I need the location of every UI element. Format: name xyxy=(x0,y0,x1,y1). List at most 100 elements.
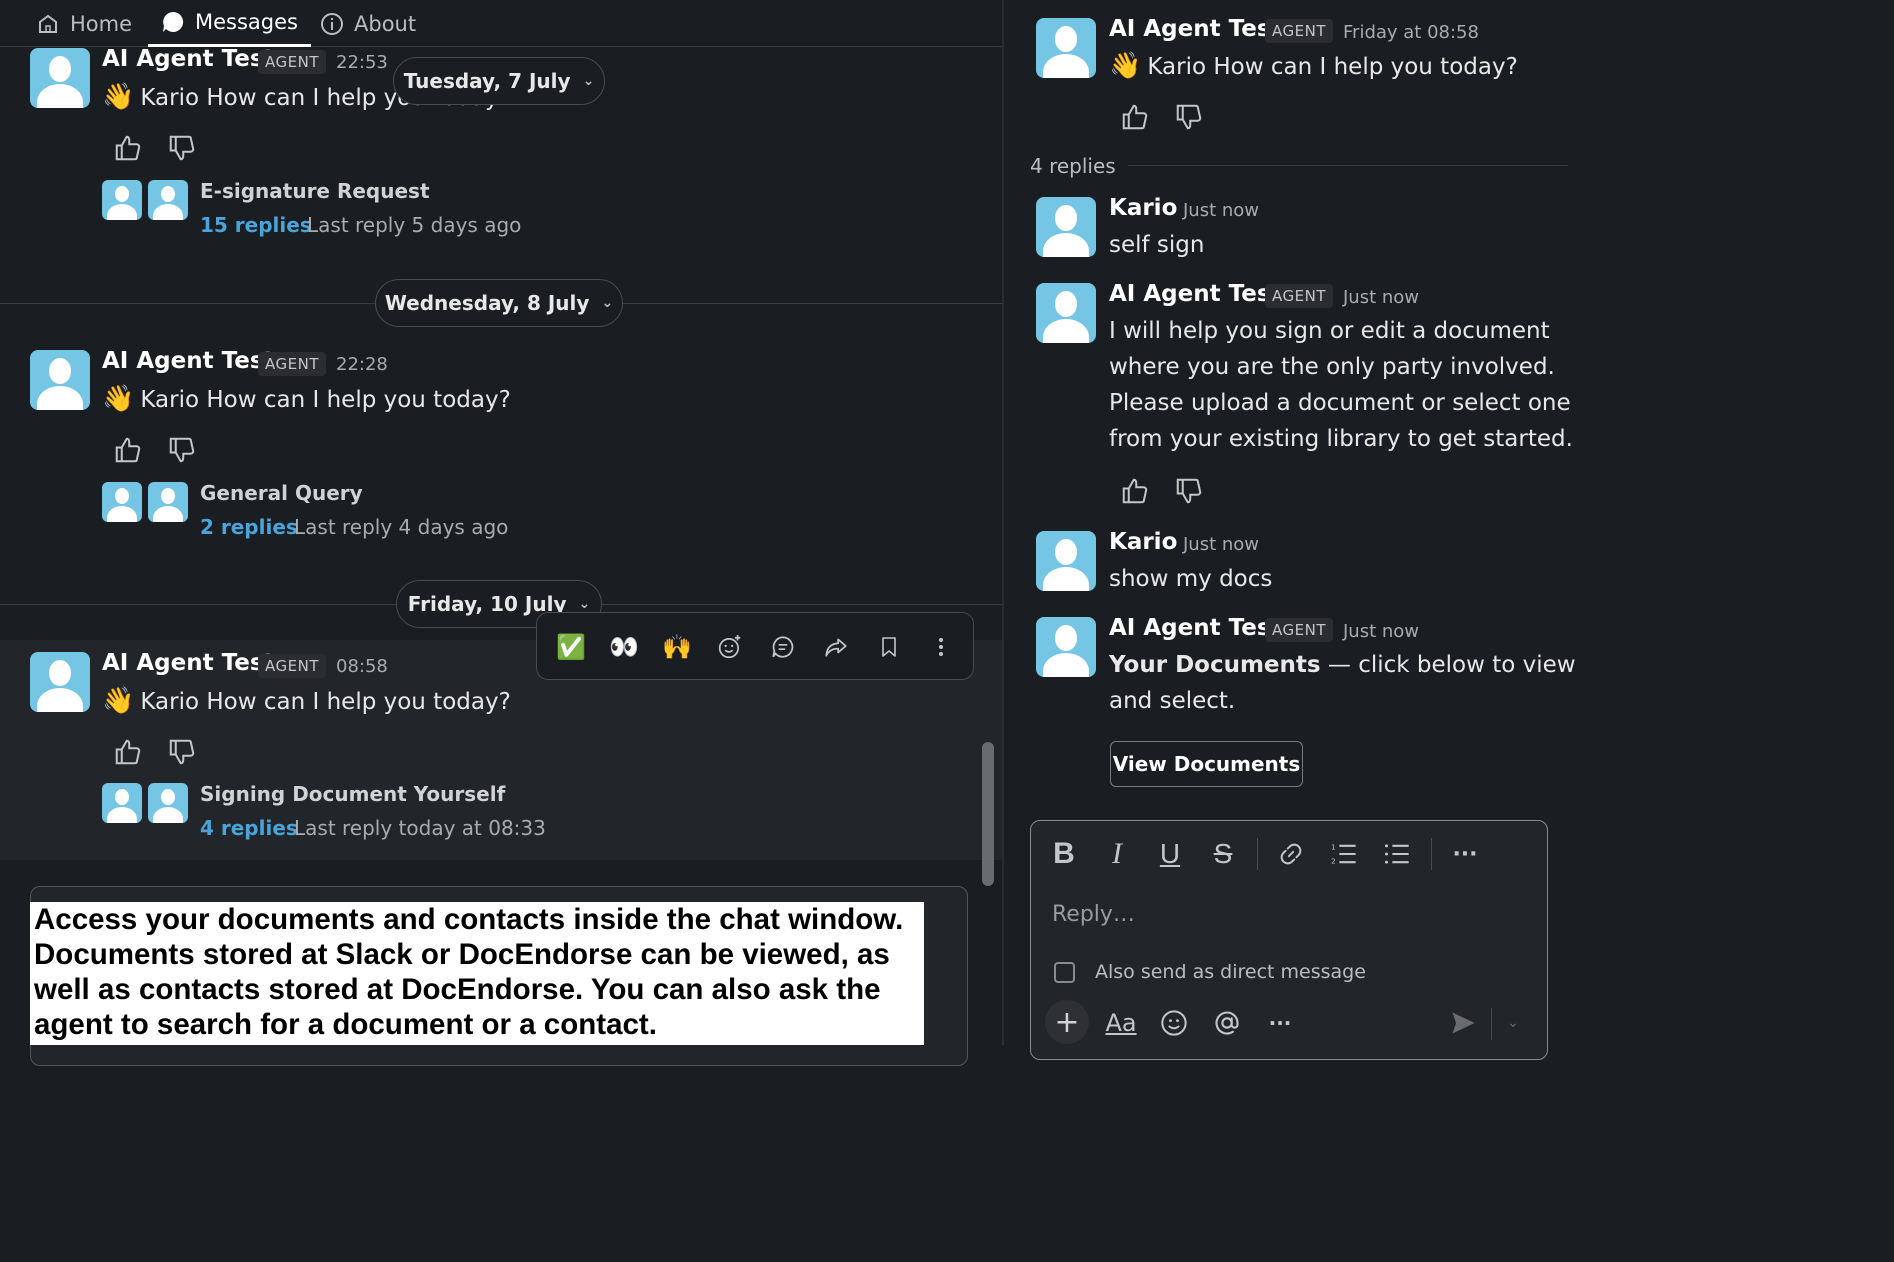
wave-emoji: 👋 xyxy=(102,82,135,112)
avatar[interactable] xyxy=(30,350,90,410)
svg-text:1: 1 xyxy=(1331,843,1335,851)
thumbs-down-icon[interactable] xyxy=(1174,476,1204,506)
message-text-line: I will help you sign or edit a document xyxy=(1109,318,1550,344)
reaction-check[interactable]: ✅ xyxy=(549,613,593,681)
timestamp[interactable]: 22:53 xyxy=(336,52,388,73)
strikethrough-button[interactable]: S xyxy=(1205,834,1241,874)
timestamp[interactable]: Just now xyxy=(1343,287,1419,308)
text-format-button[interactable]: Aa xyxy=(1101,1003,1141,1043)
thumbs-down-icon[interactable] xyxy=(167,435,197,465)
bookmark-icon[interactable] xyxy=(867,613,911,681)
bulleted-list-icon[interactable] xyxy=(1379,834,1415,874)
thread-participant-avatar xyxy=(102,783,142,823)
timestamp[interactable]: Just now xyxy=(1183,534,1259,555)
message-text: 👋 Kario How can I help you today? xyxy=(102,384,511,414)
underline-button[interactable]: U xyxy=(1152,834,1188,874)
message-text: 👋 Kario How can I help you today? xyxy=(102,686,511,716)
reply-in-thread-icon[interactable] xyxy=(761,613,805,681)
avatar[interactable] xyxy=(1036,197,1096,257)
avatar[interactable] xyxy=(1036,283,1096,343)
send-options-chevron-icon[interactable]: ⌄ xyxy=(1500,1003,1526,1043)
tab-messages[interactable]: Messages xyxy=(148,0,311,47)
avatar[interactable] xyxy=(1036,18,1096,78)
chevron-down-icon: ⌄ xyxy=(582,73,595,89)
thread-title: Signing Document Yourself xyxy=(200,782,506,806)
thumbs-up-icon[interactable] xyxy=(1120,476,1150,506)
replies-divider xyxy=(1128,165,1568,166)
share-icon[interactable] xyxy=(814,613,858,681)
tab-about[interactable]: About xyxy=(320,0,416,47)
more-formatting-icon[interactable]: ··· xyxy=(1446,834,1484,874)
thread-replies-link[interactable]: 2 replies xyxy=(200,515,298,539)
svg-text:2: 2 xyxy=(1331,857,1335,865)
avatar[interactable] xyxy=(30,48,90,108)
thread-title: General Query xyxy=(200,481,363,505)
message-text-line: where you are the only party involved. xyxy=(1109,354,1555,380)
agent-badge: AGENT xyxy=(1265,618,1333,642)
thumbs-up-icon[interactable] xyxy=(113,435,143,465)
more-icon[interactable] xyxy=(919,613,963,681)
link-icon[interactable] xyxy=(1273,834,1309,874)
send-separator xyxy=(1491,1008,1492,1040)
thread-participant-avatar xyxy=(148,180,188,220)
documents-instruction: — click below to view xyxy=(1320,652,1576,678)
avatar[interactable] xyxy=(1036,617,1096,677)
thread-last-reply: Last reply 5 days ago xyxy=(307,213,522,237)
chat-bubble-icon xyxy=(163,11,184,32)
italic-button[interactable]: I xyxy=(1099,834,1135,874)
bold-button[interactable]: B xyxy=(1046,834,1082,874)
thumbs-up-icon[interactable] xyxy=(1120,102,1150,132)
thumbs-down-icon[interactable] xyxy=(167,737,197,767)
more-actions-icon[interactable]: ··· xyxy=(1261,1003,1299,1043)
date-label: Wednesday, 8 July xyxy=(384,291,590,315)
avatar[interactable] xyxy=(1036,531,1096,591)
sender-name[interactable]: AI Agent Test xyxy=(1109,16,1282,42)
reply-input[interactable]: Reply… xyxy=(1052,902,1135,927)
sender-name[interactable]: AI Agent Test xyxy=(1109,615,1282,641)
timestamp[interactable]: 08:58 xyxy=(336,656,388,677)
timestamp[interactable]: Just now xyxy=(1183,200,1259,221)
message-text: show my docs xyxy=(1109,566,1273,592)
reaction-eyes[interactable]: 👀 xyxy=(602,613,646,681)
date-divider-pill[interactable]: Wednesday, 8 July ⌄ xyxy=(375,279,623,327)
sender-name[interactable]: Kario xyxy=(1109,195,1177,221)
message-body: Kario How can I help you today? xyxy=(140,387,511,413)
mention-icon[interactable] xyxy=(1208,1003,1246,1043)
ordered-list-icon[interactable]: 12 xyxy=(1326,834,1362,874)
sender-name[interactable]: AI Agent Test xyxy=(102,348,275,374)
thread-last-reply: Last reply 4 days ago xyxy=(294,515,509,539)
date-divider-pill[interactable]: Tuesday, 7 July ⌄ xyxy=(393,57,605,105)
message-text-line: and select. xyxy=(1109,688,1236,714)
send-icon[interactable] xyxy=(1444,1003,1482,1043)
thread-replies-link[interactable]: 15 replies xyxy=(200,213,312,237)
sender-name[interactable]: AI Agent Test xyxy=(102,650,275,676)
info-icon xyxy=(321,12,343,35)
tab-home[interactable]: Home xyxy=(36,0,132,47)
add-reaction-icon[interactable] xyxy=(708,613,752,681)
message-body: Kario How can I help you today? xyxy=(140,689,511,715)
scrollbar[interactable] xyxy=(982,742,994,886)
sender-name[interactable]: AI Agent Test xyxy=(102,46,275,72)
thumbs-up-icon[interactable] xyxy=(113,737,143,767)
message-actions-toolbar: ✅ 👀 🙌 xyxy=(536,612,974,680)
emoji-icon[interactable] xyxy=(1155,1003,1193,1043)
sender-name[interactable]: AI Agent Test xyxy=(1109,281,1282,307)
avatar[interactable] xyxy=(30,652,90,712)
attach-plus-icon[interactable]: + xyxy=(1045,1000,1089,1044)
thumbs-down-icon[interactable] xyxy=(1174,102,1204,132)
thread-last-reply: Last reply today at 08:33 xyxy=(294,816,546,840)
timestamp[interactable]: Just now xyxy=(1343,621,1419,642)
timestamp[interactable]: 22:28 xyxy=(336,354,388,375)
also-send-checkbox[interactable] xyxy=(1054,962,1075,983)
thumbs-down-icon[interactable] xyxy=(167,133,197,163)
chevron-down-icon: ⌄ xyxy=(601,295,614,311)
view-documents-button[interactable]: View Documents xyxy=(1110,741,1303,787)
toolbar-separator xyxy=(1431,838,1432,870)
message-text-line: Please upload a document or select one xyxy=(1109,390,1571,416)
sender-name[interactable]: Kario xyxy=(1109,529,1177,555)
thread-replies-link[interactable]: 4 replies xyxy=(200,816,298,840)
timestamp[interactable]: Friday at 08:58 xyxy=(1343,22,1479,43)
also-send-label[interactable]: Also send as direct message xyxy=(1095,961,1366,983)
reaction-raised-hands[interactable]: 🙌 xyxy=(655,613,699,681)
thumbs-up-icon[interactable] xyxy=(113,133,143,163)
